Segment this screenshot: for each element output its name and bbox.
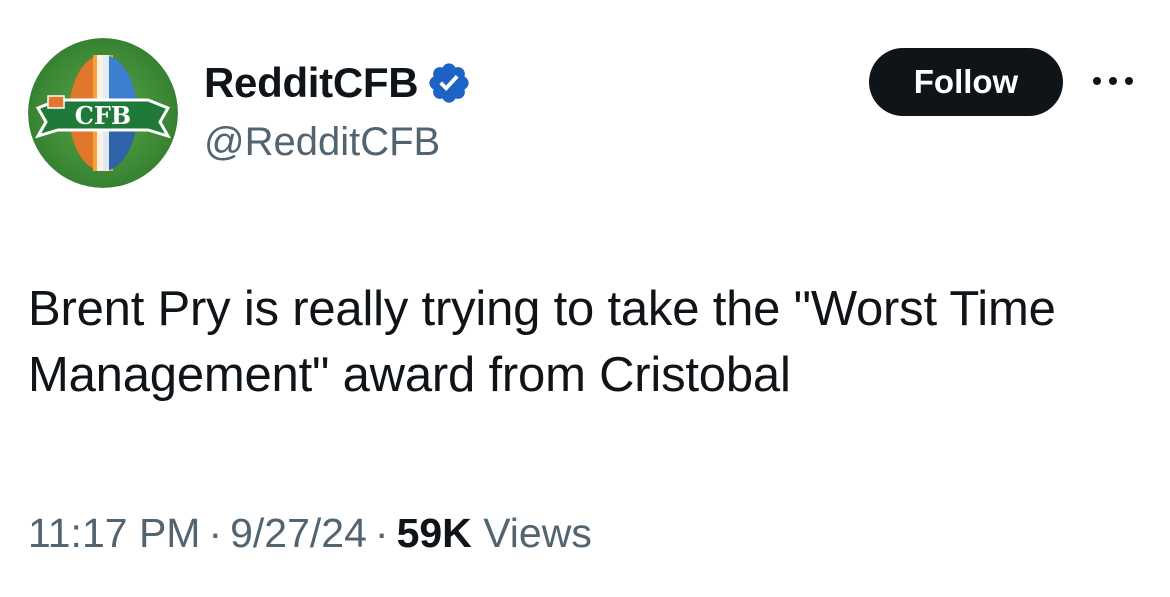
views-count: 59K [396,510,472,556]
author-name-row: RedditCFB [204,56,472,110]
cfb-logo-icon: CFB [28,38,178,188]
meta-separator: · [374,510,389,556]
follow-button[interactable]: Follow [869,48,1063,116]
tweet-meta: 11:17 PM · 9/27/24 · 59K Views [28,508,592,558]
tweet-text: Brent Pry is really trying to take the "… [28,282,1056,402]
tweet-time[interactable]: 11:17 PM [28,510,200,556]
meta-separator: · [208,510,223,556]
views-label: Views [483,510,592,556]
author-handle[interactable]: @RedditCFB [204,122,440,162]
avatar-logo-text: CFB [75,101,131,130]
avatar[interactable]: CFB [28,38,178,188]
verified-badge-icon [429,63,469,103]
tweet-card: CFB RedditCFB @RedditCFB Follow Brent Pr… [0,0,1170,597]
display-name[interactable]: RedditCFB [204,62,419,104]
more-horizontal-icon[interactable] [1088,66,1138,96]
tweet-date[interactable]: 9/27/24 [230,510,367,556]
